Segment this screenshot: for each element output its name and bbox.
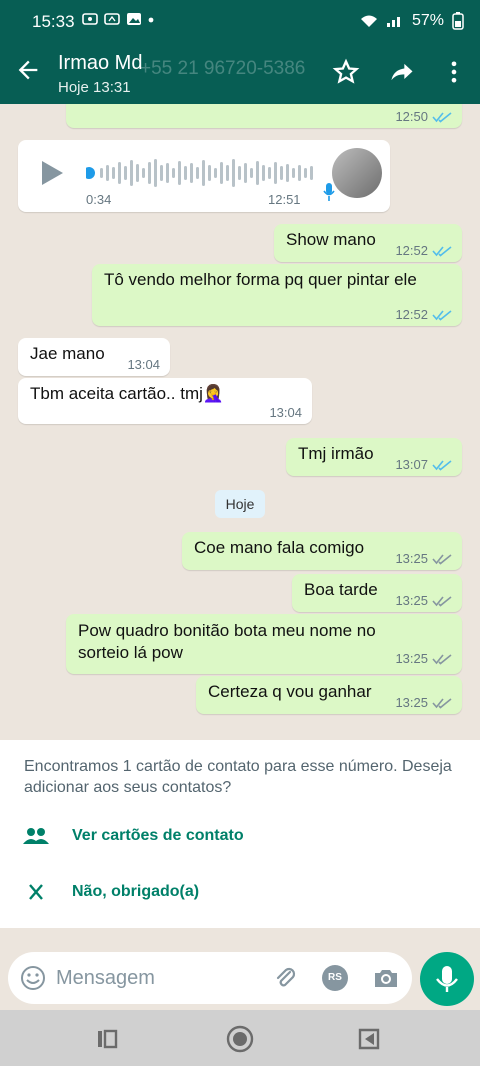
- message-text: Jae mano: [30, 344, 105, 363]
- battery-percent: 57%: [411, 12, 444, 29]
- back-icon[interactable]: [354, 1024, 384, 1054]
- message-bubble-incoming[interactable]: Jae mano 13:04: [18, 338, 170, 376]
- emoji-icon[interactable]: [20, 965, 46, 991]
- status-bar: 15:33 57%: [0, 8, 480, 36]
- payment-icon[interactable]: RS: [322, 965, 348, 991]
- message-bubble-outgoing[interactable]: Tô vendo melhor forma pq quer pintar ele…: [92, 264, 462, 326]
- double-check-icon: [432, 245, 452, 257]
- message-meta: 13:25: [395, 695, 452, 710]
- audio-duration: 0:34: [86, 192, 112, 207]
- message-bubble-incoming[interactable]: Tbm aceita cartão.. tmj🤦‍♀️ 13:04: [18, 378, 312, 424]
- recents-icon[interactable]: [92, 1024, 122, 1054]
- battery-icon: [452, 12, 464, 30]
- message-text: Show mano: [286, 230, 376, 249]
- input-bar: RS: [0, 928, 480, 1010]
- message-meta: 13:04: [127, 357, 160, 372]
- double-check-icon: [432, 553, 452, 565]
- view-contact-cards-button[interactable]: Ver cartões de contato: [22, 826, 244, 846]
- back-arrow-icon[interactable]: [14, 56, 42, 84]
- message-time: 13:25: [395, 651, 428, 666]
- screen-record-icon: [82, 13, 98, 25]
- message-time: 13:25: [395, 695, 428, 710]
- message-meta: 13:04: [269, 405, 302, 420]
- message-time: 13:25: [395, 551, 428, 566]
- message-meta: 13:07: [395, 457, 452, 472]
- contact-name[interactable]: Irmao Md: [58, 52, 142, 75]
- gallery-icon: [127, 13, 141, 25]
- message-time: 13:25: [395, 593, 428, 608]
- top-bar: 15:33 57% +55 21 96720-5386 Irmao Md Hoj…: [0, 0, 480, 104]
- dot-icon: [148, 17, 154, 23]
- notification-icons: [82, 12, 154, 26]
- status-right: 57%: [360, 12, 464, 30]
- app-bar: +55 21 96720-5386 Irmao Md Hoje 13:31: [0, 46, 480, 98]
- message-bubble-outgoing[interactable]: Tmj irmão 13:07: [286, 438, 462, 476]
- message-text: Tbm aceita cartão.. tmj🤦‍♀️: [30, 384, 225, 403]
- home-icon[interactable]: [225, 1024, 255, 1054]
- message-meta: 13:25: [395, 593, 452, 608]
- message-text: Coe mano fala comigo: [194, 538, 365, 557]
- message-input[interactable]: [56, 952, 256, 1004]
- system-nav-bar: [0, 1010, 480, 1066]
- voice-record-button[interactable]: [420, 952, 474, 1006]
- message-text: Boa tarde: [304, 580, 378, 599]
- message-bubble-outgoing[interactable]: Boa tarde 13:25: [292, 574, 462, 612]
- message-time: 12:52: [395, 307, 428, 322]
- message-time: 13:04: [127, 357, 160, 372]
- screenshot-icon: [104, 13, 120, 25]
- message-text: carro: [78, 104, 117, 106]
- message-bubble-outgoing[interactable]: Show mano 12:52: [274, 224, 462, 262]
- double-check-icon: [432, 111, 452, 123]
- message-meta: 13:25: [395, 551, 452, 566]
- message-text: Tô vendo melhor forma pq quer pintar ele: [104, 270, 417, 289]
- double-check-icon: [432, 654, 452, 665]
- wifi-icon: [360, 15, 377, 27]
- star-icon[interactable]: [332, 58, 360, 86]
- close-icon: [29, 884, 43, 900]
- people-icon: [23, 828, 49, 844]
- message-text: Tmj irmão: [298, 444, 374, 463]
- camera-icon[interactable]: [372, 965, 400, 991]
- avatar[interactable]: [332, 148, 382, 198]
- message-meta: 12:52: [395, 307, 452, 322]
- forward-icon[interactable]: [388, 58, 416, 86]
- message-time: 12:50: [395, 109, 428, 124]
- contact-prompt-text: Encontramos 1 cartão de contato para ess…: [24, 758, 452, 796]
- message-meta: 12:52: [395, 243, 452, 258]
- view-contact-cards-label: Ver cartões de contato: [72, 827, 244, 844]
- contact-card-prompt: Encontramos 1 cartão de contato para ess…: [0, 740, 480, 928]
- message-meta: 12:50: [395, 109, 452, 124]
- message-bubble-outgoing[interactable]: carro 12:50: [66, 104, 462, 128]
- mic-icon: [323, 183, 335, 201]
- message-bubble-outgoing[interactable]: Coe mano fala comigo 13:25: [182, 532, 462, 570]
- attach-icon[interactable]: [272, 965, 298, 991]
- message-time: 12:51: [268, 192, 301, 207]
- chat-area[interactable]: carro 12:50 0:34 12:51 Show mano 12:52 T…: [0, 104, 480, 740]
- double-check-icon: [432, 697, 452, 709]
- message-input-box[interactable]: RS: [8, 952, 412, 1004]
- more-vert-icon[interactable]: [440, 58, 468, 86]
- double-check-icon: [432, 459, 452, 471]
- ghost-number: +55 21 96720-5386: [140, 58, 306, 79]
- play-icon[interactable]: [38, 158, 66, 188]
- message-text: Certeza q vou ganhar: [208, 682, 372, 701]
- message-meta: 13:25: [395, 648, 452, 670]
- voice-message[interactable]: 0:34 12:51: [18, 140, 390, 212]
- message-time: 13:04: [269, 405, 302, 420]
- date-chip: Hoje: [215, 490, 265, 518]
- message-bubble-outgoing[interactable]: Certeza q vou ganhar 13:25: [196, 676, 462, 714]
- message-time: 12:52: [395, 243, 428, 258]
- mic-icon: [436, 966, 458, 992]
- last-seen: Hoje 13:31: [58, 79, 131, 96]
- double-check-icon: [432, 309, 452, 321]
- dismiss-label: Não, obrigado(a): [72, 883, 200, 900]
- signal-icon: [386, 17, 400, 27]
- waveform[interactable]: [86, 156, 322, 190]
- message-time: 13:07: [395, 457, 428, 472]
- double-check-icon: [432, 595, 452, 607]
- dismiss-button[interactable]: Não, obrigado(a): [22, 882, 199, 902]
- message-text: Pow quadro bonitão bota meu nome no sort…: [78, 621, 376, 662]
- message-bubble-outgoing[interactable]: Pow quadro bonitão bota meu nome no sort…: [66, 614, 462, 674]
- status-time: 15:33: [32, 12, 75, 31]
